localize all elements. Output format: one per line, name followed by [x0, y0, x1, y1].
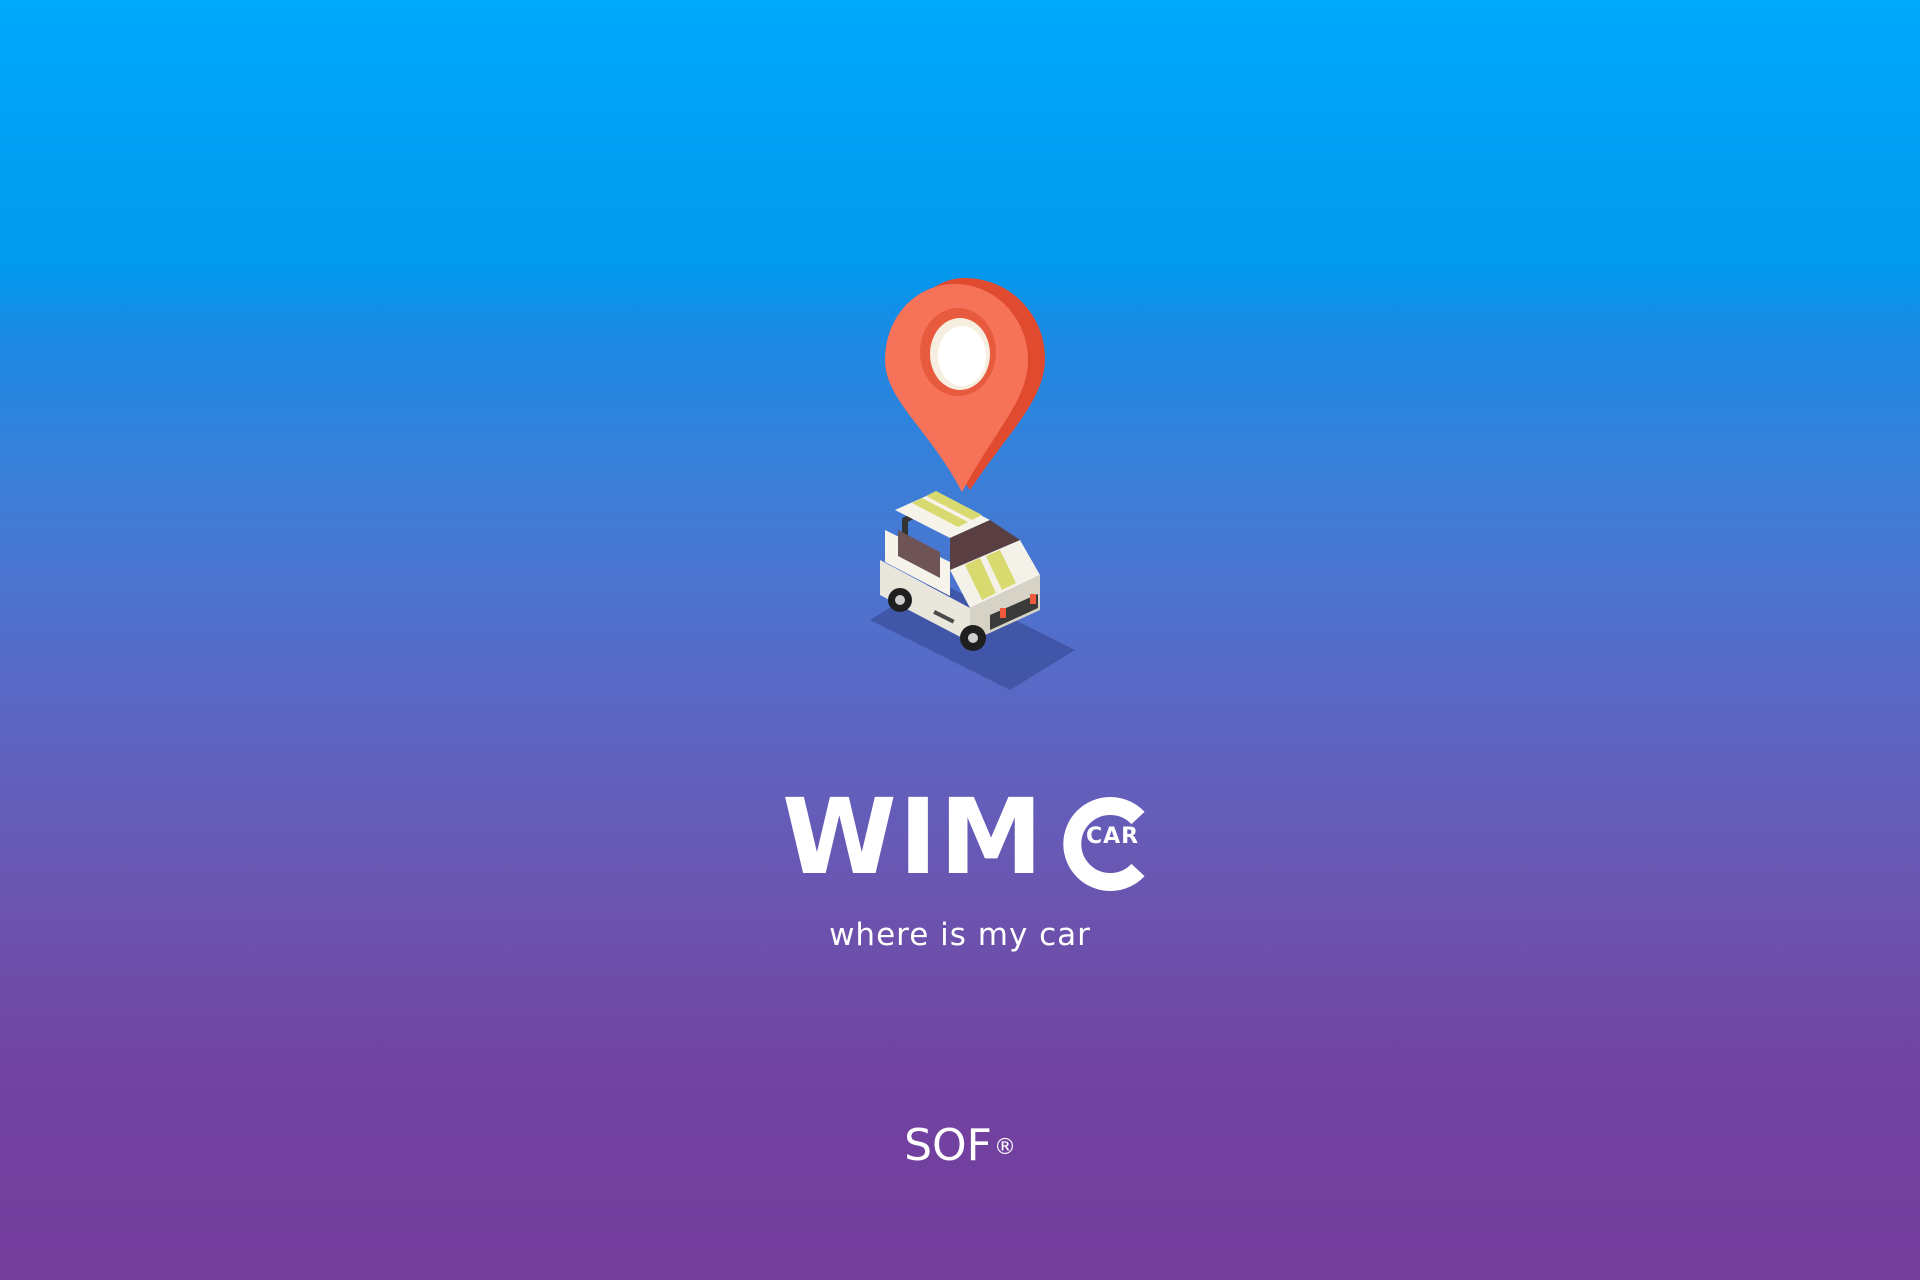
map-pin-icon: [885, 278, 1045, 492]
app-tagline: where is my car: [829, 917, 1091, 953]
car-location-illustration: [840, 270, 1080, 710]
splash-screen: WIM CAR where is my car SOF®: [0, 0, 1920, 1280]
app-logo: WIM CAR: [0, 782, 1920, 900]
logo-wordmark: WIM: [782, 776, 1045, 898]
brand-name: SOF: [904, 1120, 992, 1171]
developer-brand: SOF®: [0, 1120, 1920, 1172]
logo-subtitle: CAR: [1086, 824, 1140, 849]
registered-mark: ®: [993, 1135, 1016, 1160]
